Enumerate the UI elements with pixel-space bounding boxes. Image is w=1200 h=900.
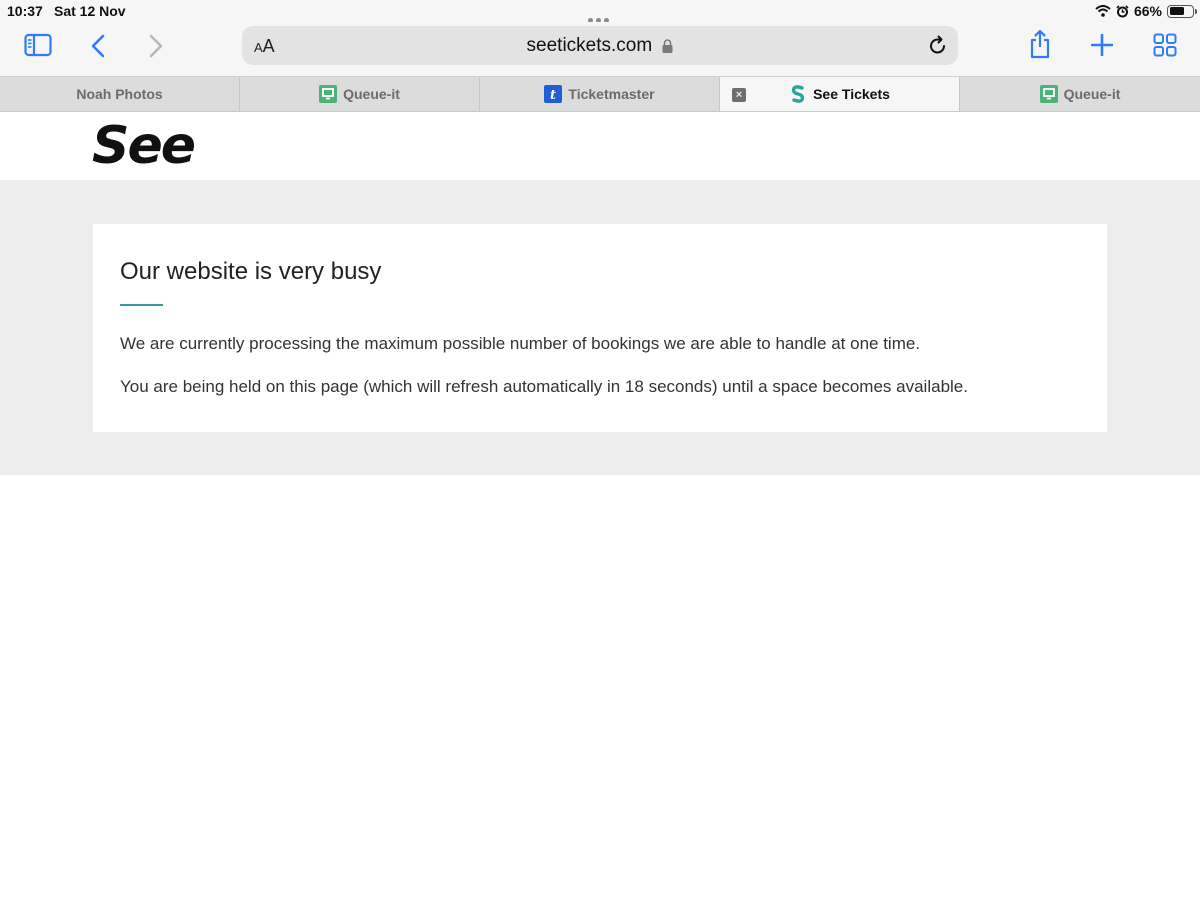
status-bar: 10:37 Sat 12 Nov 66%: [0, 0, 1200, 23]
tab-see-tickets[interactable]: × See Tickets: [720, 77, 960, 111]
ticketmaster-icon: t: [544, 85, 563, 103]
tab-label: Queue-it: [343, 86, 400, 102]
tab-label: Queue-it: [1063, 86, 1121, 102]
tab-label: Noah Photos: [76, 86, 163, 102]
status-indicators: 66%: [1095, 2, 1197, 20]
status-date: Sat 12 Nov: [54, 3, 126, 19]
battery-percent: 66%: [1133, 3, 1162, 19]
tab-queue-it-2[interactable]: Queue-it: [960, 77, 1200, 111]
sidebar-icon[interactable]: [24, 33, 52, 57]
share-icon[interactable]: [1029, 29, 1051, 59]
url-display[interactable]: seetickets.com: [242, 35, 958, 57]
tab-ticketmaster[interactable]: t Ticketmaster: [480, 77, 720, 111]
status-time: 10:37: [7, 3, 43, 19]
heading-divider: [120, 304, 163, 306]
multitasking-dots-icon[interactable]: [588, 10, 612, 23]
tab-label: Ticketmaster: [568, 86, 655, 102]
see-tickets-logo[interactable]: See: [92, 116, 196, 176]
tab-label: See Tickets: [813, 86, 890, 102]
browser-toolbar: AA seetickets.com: [0, 22, 1200, 76]
url-text: seetickets.com: [526, 35, 653, 56]
content-band: Our website is very busy We are currentl…: [0, 180, 1200, 475]
queue-it-icon: [319, 85, 338, 103]
refresh-notice-text: You are being held on this page (which w…: [120, 377, 968, 396]
tab-bar: Noah Photos Queue-it t Ticketmaster × Se…: [0, 76, 1200, 112]
back-icon[interactable]: [90, 34, 106, 58]
busy-message-text: We are currently processing the maximum …: [120, 334, 921, 353]
address-bar[interactable]: AA seetickets.com: [242, 26, 958, 65]
svg-text:t: t: [550, 88, 556, 103]
forward-icon[interactable]: [148, 34, 164, 58]
site-header: See: [0, 112, 1200, 180]
lock-icon: [662, 39, 673, 53]
see-tickets-icon: [789, 85, 807, 103]
tab-overview-icon[interactable]: [1153, 33, 1177, 57]
tab-queue-it-1[interactable]: Queue-it: [240, 77, 480, 111]
alarm-icon: [1116, 4, 1129, 17]
battery-level: [1169, 7, 1185, 15]
reload-icon[interactable]: [928, 34, 948, 61]
busy-message-card: Our website is very busy We are currentl…: [93, 224, 1107, 432]
new-tab-icon[interactable]: [1091, 34, 1113, 56]
page-title: Our website is very busy: [120, 258, 382, 285]
close-tab-icon[interactable]: ×: [732, 88, 746, 102]
battery-icon: [1167, 4, 1197, 18]
tab-noah-photos[interactable]: Noah Photos: [0, 77, 240, 111]
wifi-icon: [1095, 5, 1111, 17]
queue-it-icon: [1039, 85, 1058, 103]
